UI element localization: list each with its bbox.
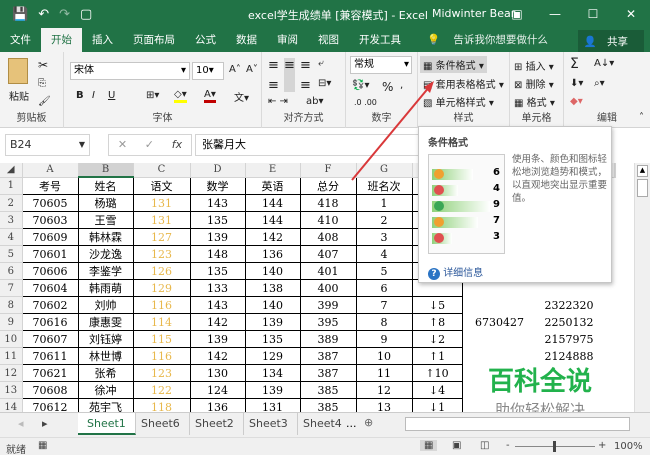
- zoom-in-button[interactable]: +: [598, 440, 606, 451]
- preview-row: 4: [432, 183, 502, 197]
- more-info-link[interactable]: ? 详细信息: [428, 264, 483, 280]
- sheet-tab-sheet1[interactable]: Sheet1: [78, 413, 136, 435]
- preview-row: 6: [432, 167, 502, 181]
- watermark-title: 百科全说: [487, 367, 592, 397]
- sheet-tab-sheet2[interactable]: Sheet2: [186, 413, 244, 435]
- next-sheet-icon[interactable]: ▸: [42, 417, 48, 430]
- zoom-out-button[interactable]: -: [506, 440, 510, 451]
- preview-value: 4: [493, 183, 500, 194]
- page-layout-view-icon[interactable]: ▣: [452, 440, 461, 451]
- more-sheets-button[interactable]: ...: [346, 417, 357, 430]
- add-sheet-icon[interactable]: ⊕: [364, 416, 373, 429]
- preview-value: 9: [493, 199, 500, 210]
- warning-icon: [434, 169, 444, 179]
- tooltip-preview: 6 4 9 7 3: [428, 154, 505, 254]
- sheet-tab-sheet4[interactable]: Sheet4: [294, 413, 351, 435]
- page-break-view-icon[interactable]: ◫: [480, 440, 489, 451]
- preview-value: 6: [493, 167, 500, 178]
- preview-row: 7: [432, 215, 502, 229]
- status-bar: 就绪 ▦ ▦ ▣ ◫ - + 100%: [0, 437, 650, 456]
- zoom-slider-thumb[interactable]: [553, 441, 556, 452]
- warning-icon: [434, 217, 444, 227]
- preview-value: 7: [493, 215, 500, 226]
- error-icon: [434, 185, 444, 195]
- zoom-level[interactable]: 100%: [614, 441, 643, 452]
- horizontal-scrollbar[interactable]: [405, 417, 630, 431]
- sheet-tab-sheet3[interactable]: Sheet3: [240, 413, 298, 435]
- ok-icon: [434, 201, 444, 211]
- sheet-tab-sheet6[interactable]: Sheet6: [132, 413, 190, 435]
- sheet-tab-bar: ◂ ▸ Sheet1 Sheet6 Sheet2 Sheet3 Sheet4 .…: [0, 412, 650, 437]
- conditional-format-tooltip: 条件格式 6 4 9 7 3 使用条、颜色和图标轻松地浏览趋势和模式，以直观地突出显示重…: [418, 126, 612, 283]
- status-ready: 就绪: [6, 445, 26, 456]
- macro-record-icon[interactable]: ▦: [38, 440, 47, 451]
- prev-sheet-icon[interactable]: ◂: [18, 417, 24, 430]
- preview-value: 3: [493, 231, 500, 242]
- more-info-label: 详细信息: [443, 268, 484, 279]
- tooltip-description: 使用条、颜色和图标轻松地浏览趋势和模式，以直观地突出显示重要值。: [512, 154, 608, 204]
- help-icon: ?: [428, 268, 440, 280]
- error-icon: [434, 233, 444, 243]
- preview-row: 3: [432, 231, 502, 245]
- normal-view-icon[interactable]: ▦: [420, 440, 438, 451]
- tooltip-title: 条件格式: [428, 138, 468, 149]
- preview-row: 9: [432, 199, 502, 213]
- zoom-slider[interactable]: [515, 441, 595, 452]
